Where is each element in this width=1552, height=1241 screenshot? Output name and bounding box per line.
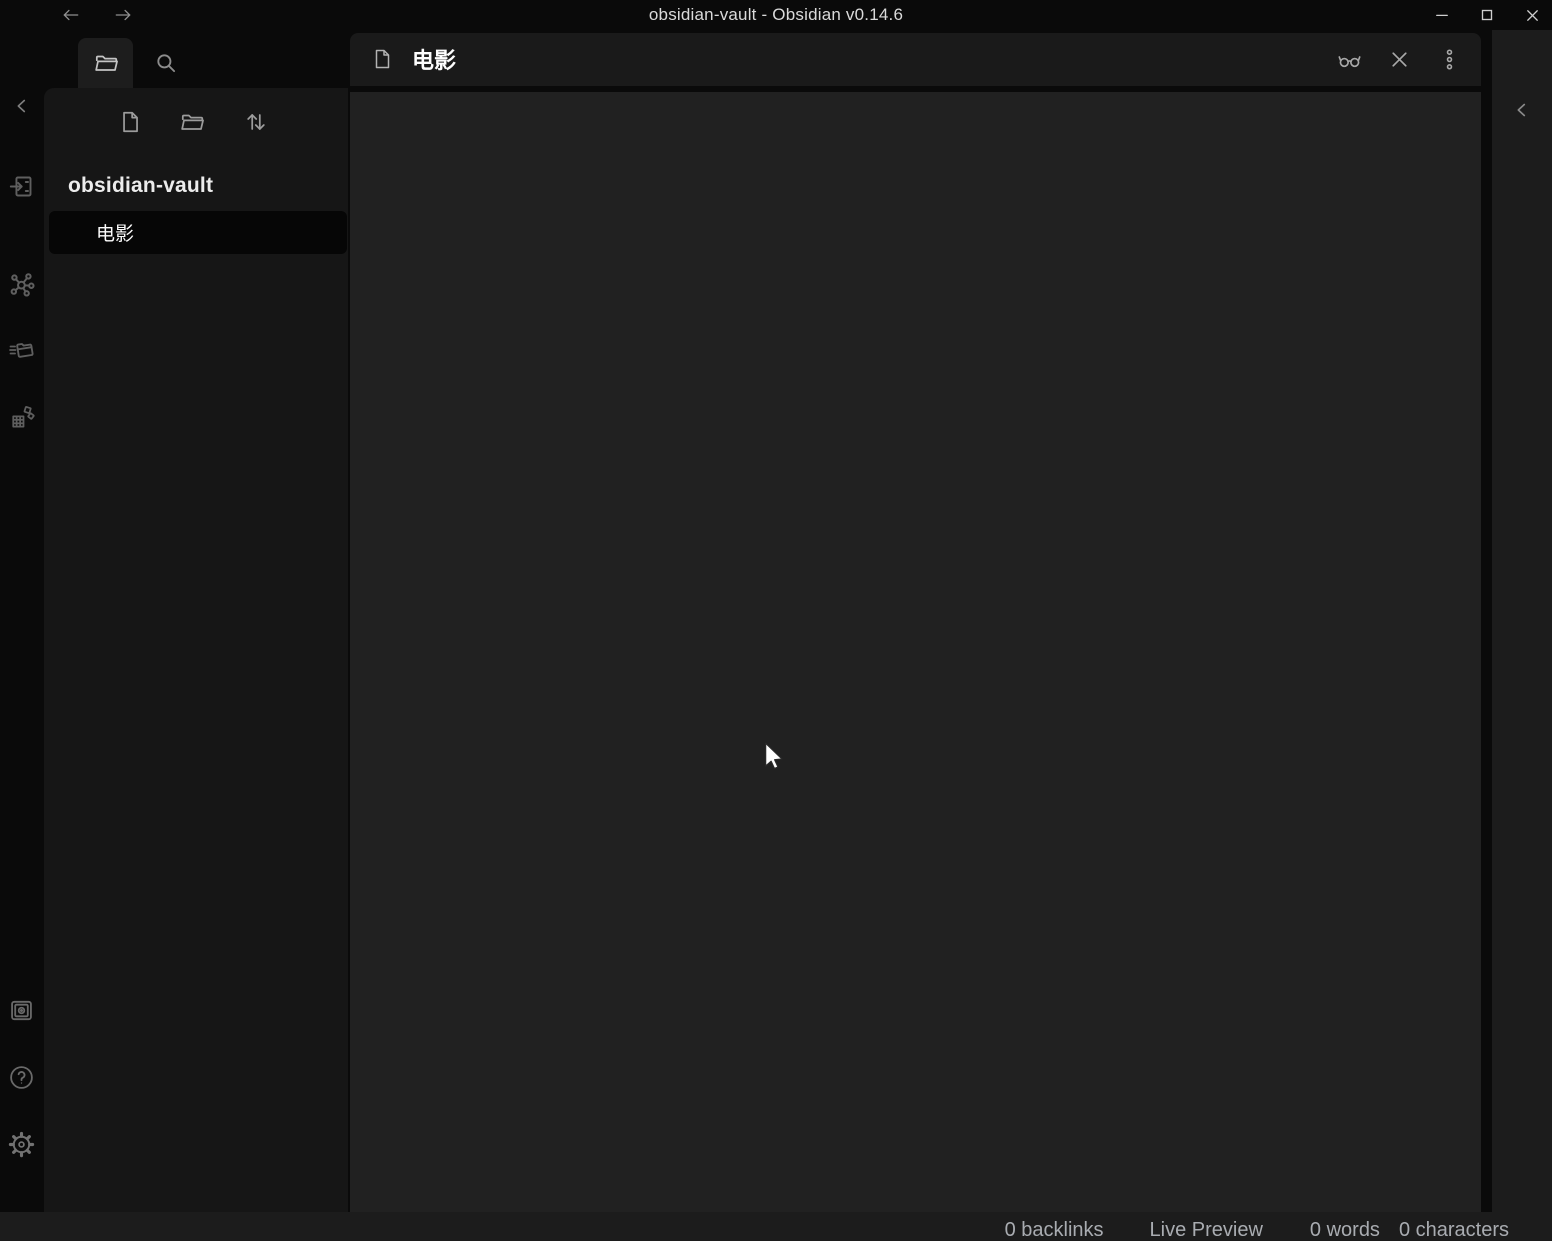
- settings-icon[interactable]: [0, 1126, 43, 1162]
- word-count: 0 words: [1310, 1219, 1380, 1241]
- editor-content[interactable]: [350, 92, 1481, 1212]
- note-title: 电影: [412, 33, 456, 86]
- titlebar: obsidian-vault - Obsidian v0.14.6: [0, 0, 1552, 30]
- close-icon[interactable]: [1518, 0, 1546, 30]
- editor-mode-indicator[interactable]: Live Preview: [1150, 1219, 1263, 1241]
- new-folder-icon[interactable]: [170, 100, 214, 144]
- graph-view-icon[interactable]: [0, 266, 43, 302]
- maximize-icon[interactable]: [1473, 0, 1501, 30]
- search-tab[interactable]: [140, 38, 192, 88]
- window-title: obsidian-vault - Obsidian v0.14.6: [0, 0, 1552, 30]
- forward-arrow-icon[interactable]: [107, 0, 139, 30]
- sort-order-icon[interactable]: [234, 100, 278, 144]
- command-palette-icon[interactable]: [0, 332, 43, 368]
- file-name: 电影: [96, 219, 134, 246]
- left-ribbon: [0, 30, 43, 1212]
- reading-view-icon[interactable]: [1331, 41, 1367, 77]
- file-list-item-selected[interactable]: 电影: [49, 211, 347, 254]
- back-arrow-icon[interactable]: [55, 0, 87, 30]
- document-icon: [364, 41, 400, 77]
- minimize-icon[interactable]: [1428, 0, 1456, 30]
- backlinks-count[interactable]: 0 backlinks: [1005, 1219, 1104, 1241]
- new-note-icon[interactable]: [108, 100, 152, 144]
- close-icon[interactable]: [1381, 41, 1417, 77]
- file-explorer-panel: obsidian-vault 电影: [44, 88, 348, 1212]
- explorer-actions: [44, 100, 348, 144]
- right-sidebar-strip: [1492, 30, 1552, 1212]
- view-header[interactable]: 电影: [350, 33, 1481, 86]
- collapse-left-sidebar-icon[interactable]: [0, 88, 43, 124]
- expand-right-sidebar-icon[interactable]: [1504, 92, 1540, 128]
- obsidian-window: obsidian-vault - Obsidian v0.14.6: [0, 0, 1552, 1241]
- quick-switcher-icon[interactable]: [0, 168, 43, 204]
- file-explorer-tab[interactable]: [78, 38, 133, 88]
- help-icon[interactable]: [0, 1059, 43, 1095]
- status-bar: 0 backlinks Live Preview 0 words 0 chara…: [0, 1212, 1552, 1241]
- random-note-icon[interactable]: [0, 399, 43, 435]
- vault-title: obsidian-vault: [68, 174, 328, 198]
- folder-icon: [93, 50, 119, 76]
- search-icon: [153, 50, 179, 76]
- character-count: 0 characters: [1399, 1219, 1509, 1241]
- view-header-actions: [1331, 41, 1467, 77]
- vault-switcher-icon[interactable]: [0, 992, 43, 1028]
- more-options-icon[interactable]: [1431, 41, 1467, 77]
